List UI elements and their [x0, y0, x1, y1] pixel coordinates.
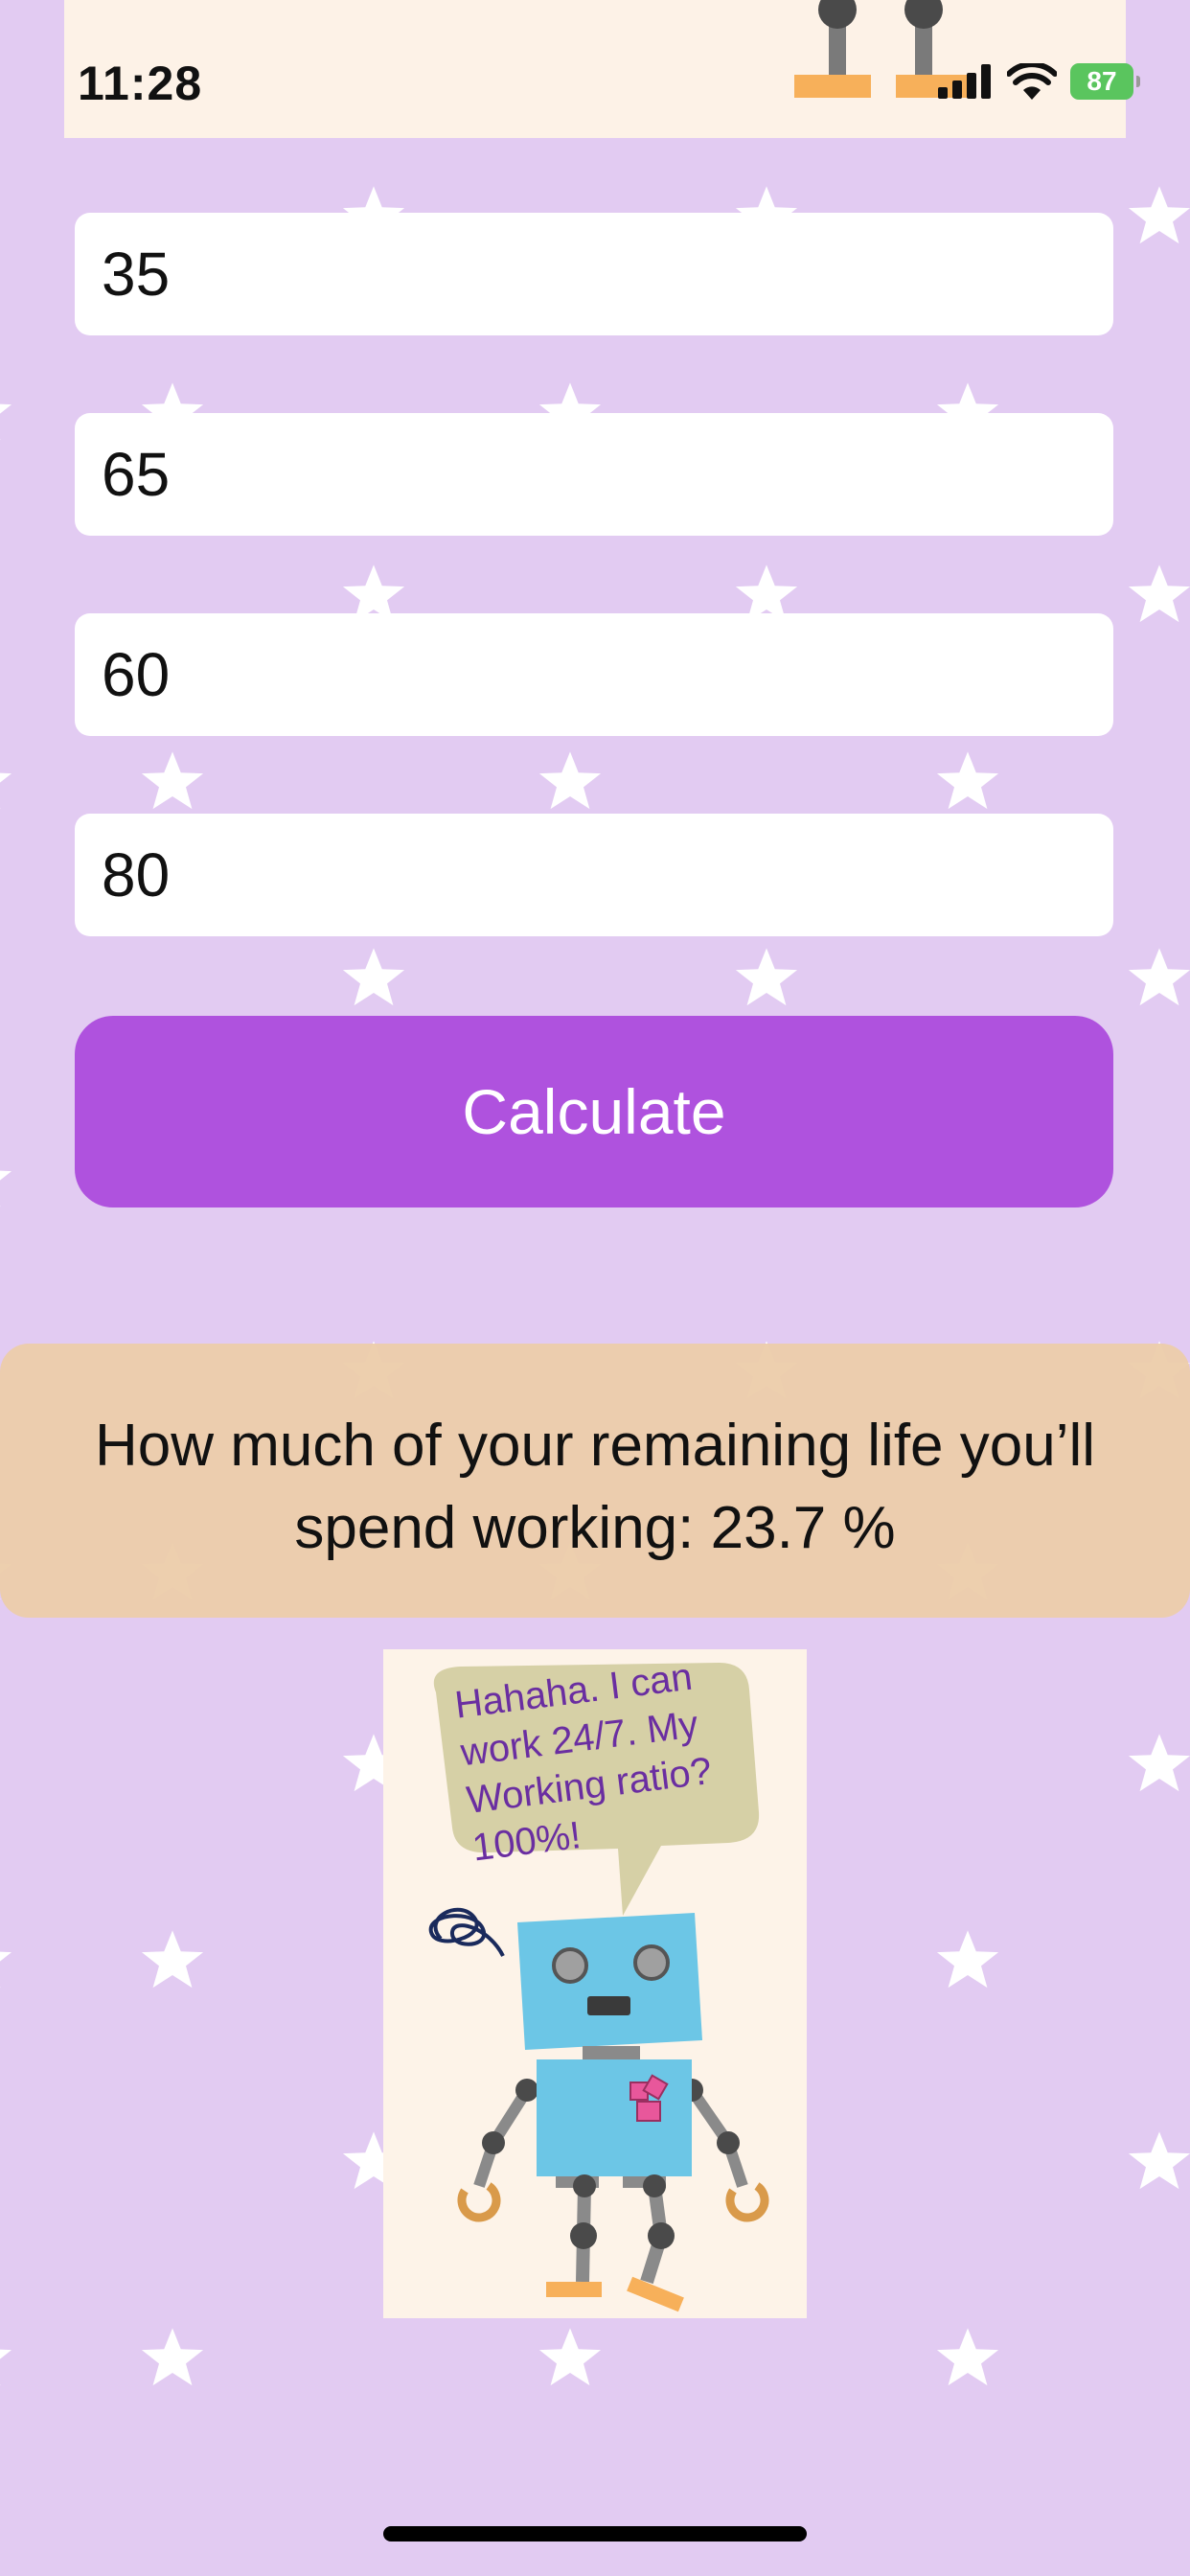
input-field-1-value: 35	[102, 240, 171, 309]
battery-level: 87	[1087, 66, 1117, 96]
background-star-icon	[0, 379, 14, 446]
status-bar: 11:28 87	[64, 0, 1140, 138]
background-star-icon	[733, 944, 800, 1011]
background-star-icon	[139, 1926, 206, 1993]
scribble-icon	[428, 1907, 505, 1957]
calculate-button[interactable]: Calculate	[75, 1016, 1113, 1208]
background-star-icon	[1126, 944, 1190, 1011]
input-field-4-value: 80	[102, 840, 171, 909]
home-indicator[interactable]	[383, 2526, 807, 2542]
input-field-2-value: 65	[102, 440, 171, 509]
battery-charging-icon: 87	[1070, 63, 1140, 100]
status-time: 11:28	[78, 57, 203, 110]
background-star-icon	[0, 2324, 14, 2391]
background-star-icon	[1126, 2128, 1190, 2195]
input-field-3-value: 60	[102, 640, 171, 709]
wifi-icon	[1007, 63, 1057, 100]
background-star-icon	[537, 748, 604, 815]
robot-illustration: Hahaha. I can work 24/7. My Working rati…	[383, 1649, 807, 2318]
background-star-icon	[1126, 182, 1190, 249]
input-field-1[interactable]: 35	[75, 213, 1113, 335]
background-star-icon	[139, 2324, 206, 2391]
input-field-2[interactable]: 65	[75, 413, 1113, 536]
cellular-signal-icon	[938, 64, 991, 99]
background-star-icon	[0, 1145, 14, 1212]
calculate-button-label: Calculate	[462, 1076, 726, 1147]
input-field-3[interactable]: 60	[75, 613, 1113, 736]
background-star-icon	[537, 2324, 604, 2391]
background-star-icon	[340, 944, 407, 1011]
input-field-4[interactable]: 80	[75, 814, 1113, 936]
background-star-icon	[934, 1926, 1001, 1993]
background-star-icon	[934, 2324, 1001, 2391]
background-star-icon	[1126, 561, 1190, 628]
speech-bubble-text: Hahaha. I can work 24/7. My Working rati…	[452, 1646, 761, 1872]
background-star-icon	[1126, 1730, 1190, 1797]
result-text: How much of your remaining life you’ll s…	[38, 1405, 1152, 1570]
background-star-icon	[0, 1926, 14, 1993]
background-star-icon	[0, 748, 14, 815]
background-star-icon	[934, 748, 1001, 815]
background-star-icon	[139, 748, 206, 815]
result-text-line-2: spend working: 23.7 %	[294, 1495, 896, 1561]
result-text-line-1: How much of your remaining life you’ll	[94, 1413, 1096, 1479]
result-panel: How much of your remaining life you’ll s…	[0, 1344, 1190, 1618]
